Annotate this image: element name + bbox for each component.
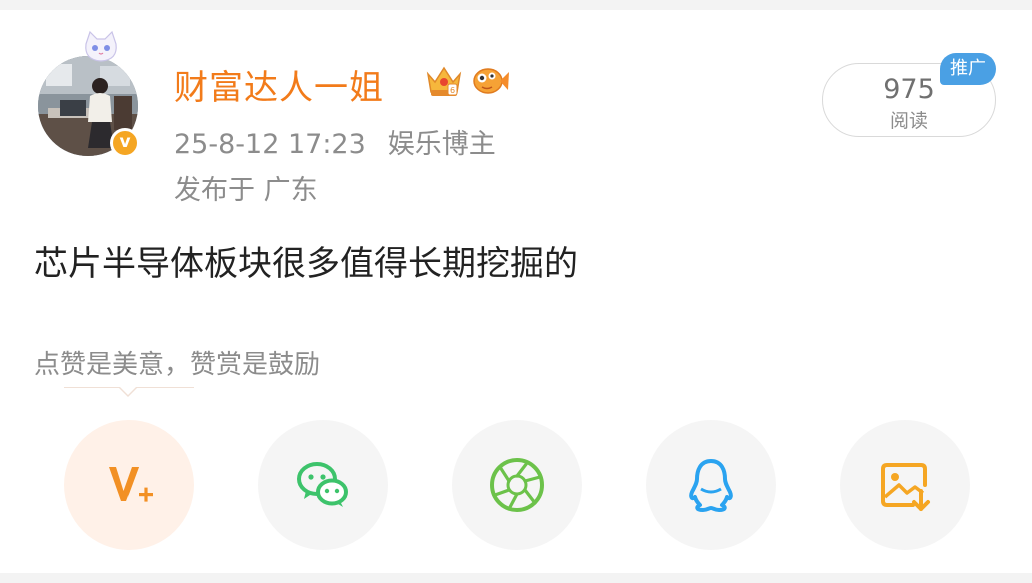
moments-icon [490,458,544,512]
svg-text:6: 6 [450,86,455,95]
verified-badge-icon: v [110,128,140,158]
reward-button[interactable] [64,420,194,550]
reward-v-plus-icon [109,467,153,502]
cat-pendant-icon [85,30,117,62]
post-card: v 财富达人一姐 6 25-8-12 17:23 娱乐博主 发布于 广东 975 … [0,10,1032,573]
author-name[interactable]: 财富达人一姐 [174,60,384,109]
post-location: 发布于 广东 [174,175,318,206]
goldfish-badge-icon[interactable] [470,60,510,100]
reward-tip: 点赞是美意，赞赏是鼓励 [34,350,321,380]
read-label: 阅读 [889,110,928,132]
post-content: 芯片半导体板块很多值得长期挖掘的 [34,244,578,284]
save-image-icon [881,463,930,511]
wechat-icon [297,462,348,507]
share-moments-button[interactable] [452,420,582,550]
share-qq-button[interactable] [646,420,776,550]
save-image-button[interactable] [840,420,970,550]
crown-badge-icon[interactable]: 6 [424,60,464,100]
qq-icon [689,459,733,512]
post-meta: 25-8-12 17:23 娱乐博主 [174,122,496,161]
author-avatar-area[interactable]: v [38,30,148,160]
share-wechat-button[interactable] [258,420,388,550]
author-category: 娱乐博主 [387,129,496,160]
promo-badge[interactable]: 推广 [940,53,996,85]
post-timestamp: 25-8-12 17:23 [174,129,366,160]
